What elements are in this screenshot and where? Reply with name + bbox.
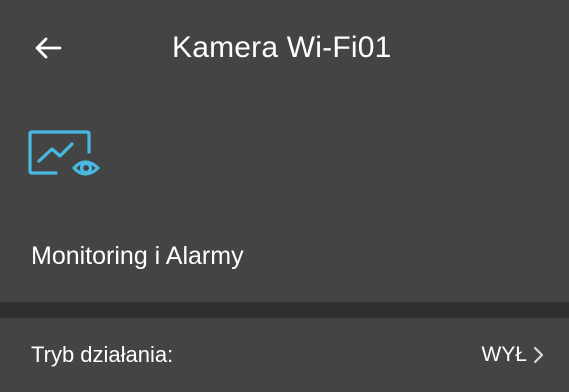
arrow-left-icon [35, 37, 62, 59]
chevron-right-icon [533, 346, 544, 364]
page-title: Kamera Wi-Fi01 [172, 31, 392, 64]
operation-mode-row[interactable]: Tryb działania: WYŁ [0, 318, 569, 392]
back-button[interactable] [30, 30, 66, 66]
chart-eye-monitoring-icon [28, 130, 100, 176]
section-divider [0, 302, 569, 318]
app-screen: Kamera Wi-Fi01 Monitoring i Alarmy Tryb … [0, 0, 569, 392]
operation-mode-value: WYŁ [481, 343, 527, 366]
section-title: Monitoring i Alarmy [31, 242, 244, 270]
top-app-bar: Kamera Wi-Fi01 [0, 0, 569, 100]
operation-mode-label: Tryb działania: [31, 342, 174, 367]
